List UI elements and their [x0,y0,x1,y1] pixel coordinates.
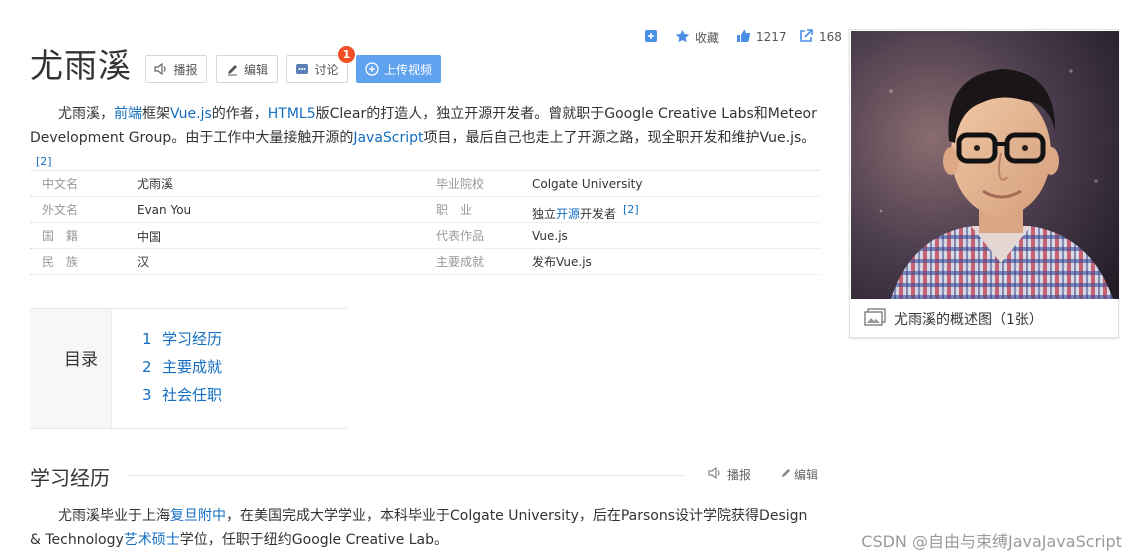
plus-circle-icon [365,62,379,76]
info-key: 代表作品 [436,229,485,243]
favorite-label: 收藏 [695,30,720,45]
info-value: Colgate University [532,177,643,191]
link-china[interactable]: 中国 [137,228,161,245]
upload-video-button[interactable]: 上传视频 [356,55,441,83]
basic-info-table: 中文名 尤雨溪 毕业院校 Colgate University 外文名 Evan… [30,170,820,275]
link-frontend[interactable]: 前端 [114,106,142,122]
like-button[interactable]: 1217 [736,28,787,46]
para-text: 学位，任职于纽约Google Creative Lab。 [179,532,449,548]
info-value: 汉 [137,255,150,269]
info-key: 毕业院校 [436,177,485,191]
info-key: 国 籍 [42,229,79,243]
info-value-text: 开发者 [580,207,617,221]
info-row: 外文名 Evan You 职 业 独立开源开发者 [2] [30,197,820,223]
toc-item-number: 2 [142,358,152,376]
toc-item-number: 1 [142,330,152,348]
picture-icon [864,308,886,330]
toc-item-label: 学习经历 [162,330,223,348]
info-value: 发布Vue.js [532,255,592,269]
summary-text: 框架 [142,106,170,122]
section-edit-button[interactable]: 编辑 [780,466,818,483]
pencil-icon [780,467,792,482]
pencil-icon [226,63,239,76]
summary-album[interactable]: 尤雨溪的概述图（1张） [849,29,1119,338]
add-button[interactable] [644,28,658,46]
link-mfa[interactable]: 艺术硕士 [124,532,180,548]
broadcast-button[interactable]: 播报 [145,55,207,83]
share-icon [799,28,814,46]
link-html5[interactable]: HTML5 [268,106,316,122]
section-divider [128,475,684,476]
table-of-contents: 目录 1 学习经历 2 主要成就 3 社会任职 [30,308,347,429]
link-vuejs[interactable]: Vue.js [170,106,212,122]
album-caption-text: 尤雨溪的概述图（1张） [894,312,1043,328]
summary-text: 项目，最后自己也走上了开源之路，现全职开发和维护Vue.js。 [423,130,816,146]
link-javascript[interactable]: JavaScript [353,130,423,146]
speaker-icon [154,63,168,75]
favorite-button[interactable]: 收藏 [675,28,719,46]
toc-item[interactable]: 1 学习经历 [142,328,222,349]
edit-label: 编辑 [243,62,268,77]
section-paragraph: 尤雨溪毕业于上海复旦附中，在美国完成大学学业，本科毕业于Colgate Univ… [30,504,820,552]
summary-text: 尤雨溪， [58,106,114,122]
album-caption[interactable]: 尤雨溪的概述图（1张） [864,308,1043,330]
discuss-label: 讨论 [314,62,339,77]
reference-link[interactable]: [2] [36,155,52,168]
reference-link[interactable]: [2] [623,203,639,216]
info-row: 国 籍 中国 代表作品 Vue.js [30,223,820,249]
share-button[interactable]: 168 [799,28,842,46]
info-key: 民 族 [42,255,79,269]
chat-icon [295,63,309,75]
info-row: 民 族 汉 主要成就 发布Vue.js [30,249,820,275]
info-value-text: 独立 [532,207,557,221]
star-icon [675,29,690,46]
info-row: 中文名 尤雨溪 毕业院校 Colgate University [30,171,820,197]
like-count: 1217 [756,30,787,44]
upload-video-label: 上传视频 [383,62,432,77]
toc-title: 目录 [64,350,98,370]
page-title: 尤雨溪 [30,46,132,85]
info-key: 职 业 [436,203,473,217]
toc-item-label: 社会任职 [162,386,223,404]
info-value: 尤雨溪 [137,177,174,191]
toc-item-number: 3 [142,386,152,404]
link-open-source[interactable]: 开源 [556,207,580,221]
info-value: Vue.js [532,229,568,243]
speaker-icon [708,466,722,482]
lemma-summary: 尤雨溪，前端框架Vue.js的作者，HTML5版Clear的打造人，独立开源开发… [30,102,820,179]
section-title: 学习经历 [30,466,110,490]
watermark: CSDN @自由与束缚JavaJavaScript [861,532,1122,551]
edit-button[interactable]: 编辑 [216,55,278,83]
info-value: 独立开源开发者 [2] [532,202,639,222]
section-broadcast-button[interactable]: 播报 [708,466,751,483]
plus-square-icon [644,29,658,46]
summary-text: 的作者， [211,106,268,122]
toc-item[interactable]: 3 社会任职 [142,384,222,405]
portrait-photo[interactable] [851,31,1119,299]
thumb-up-icon [736,29,751,46]
broadcast-label: 播报 [173,62,198,77]
info-key: 主要成就 [436,255,485,269]
discuss-count-badge: 1 [338,46,355,63]
share-count: 168 [819,30,842,44]
toc-item[interactable]: 2 主要成就 [142,356,222,377]
info-key: 中文名 [42,177,79,191]
para-text: 尤雨溪毕业于上海 [58,508,170,524]
info-key: 外文名 [42,203,79,217]
section-broadcast-label: 播报 [727,468,752,482]
link-fudan-high-school[interactable]: 复旦附中 [170,508,226,524]
info-value: Evan You [137,203,192,217]
section-edit-label: 编辑 [794,468,819,482]
toc-item-label: 主要成就 [162,358,223,376]
